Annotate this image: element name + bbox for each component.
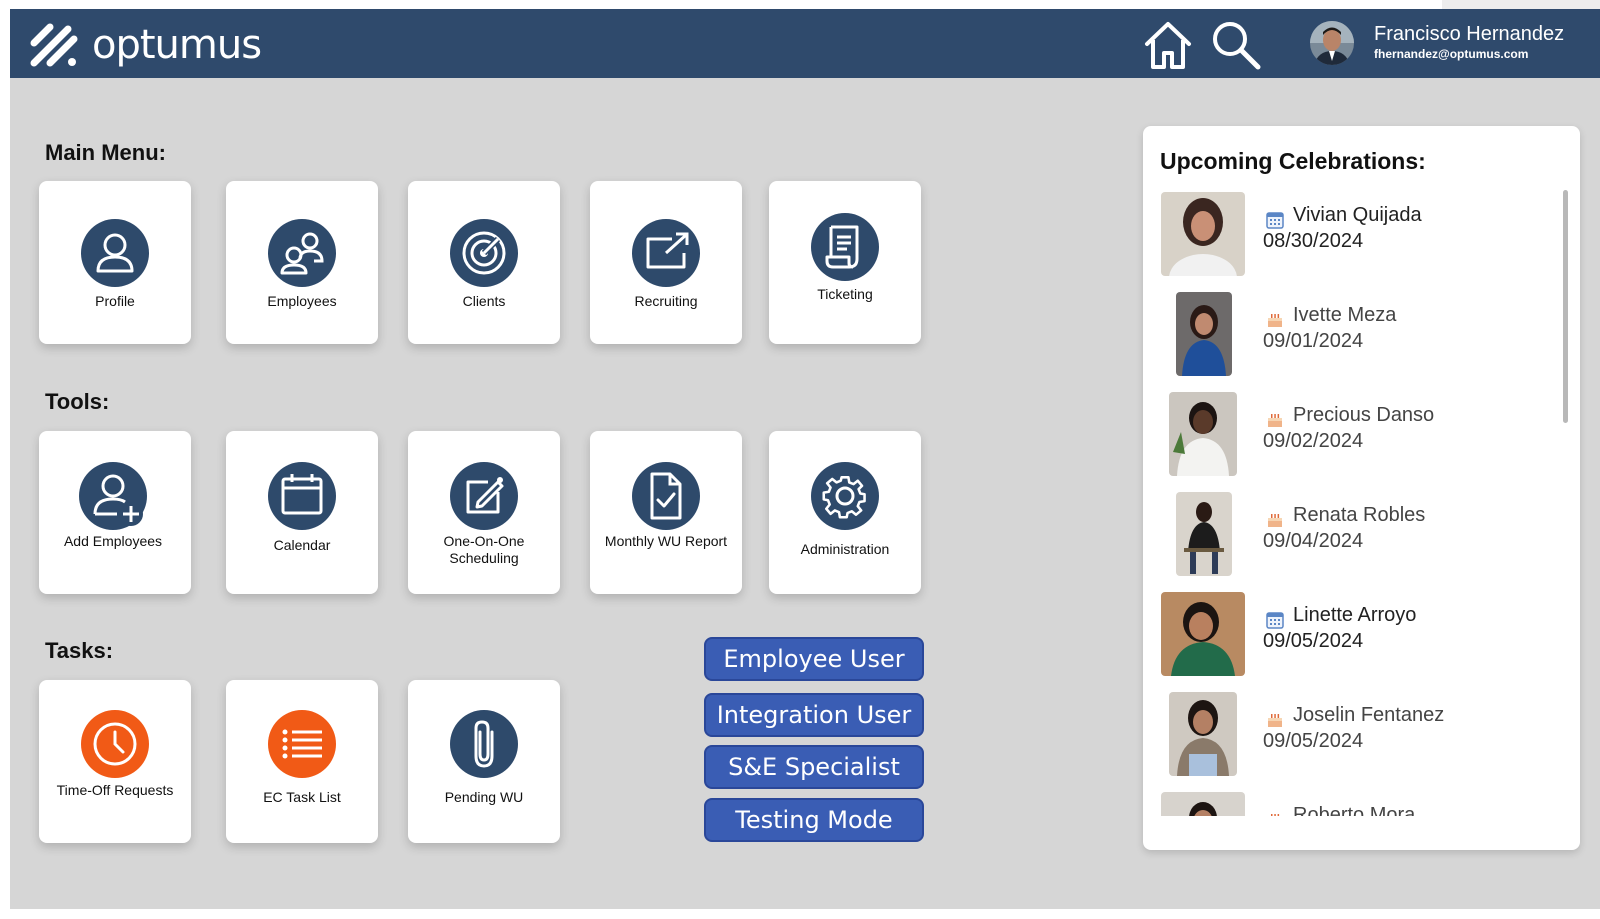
tile-one-on-one[interactable]: One-On-One Scheduling	[408, 431, 560, 594]
celebrant-name: Roberto Mora	[1293, 804, 1416, 816]
tile-employees[interactable]: Employees	[226, 181, 378, 344]
target-icon	[450, 219, 518, 287]
celebrations-scrollbar[interactable]	[1563, 190, 1568, 423]
celebration-date: 09/01/2024	[1263, 330, 1364, 352]
list-item[interactable]: Joselin Fentanez 09/05/2024	[1143, 692, 1563, 792]
cake-icon	[1271, 814, 1280, 816]
tile-time-off-requests[interactable]: Time-Off Requests	[39, 680, 191, 843]
tile-label: Monthly WU Report	[604, 533, 728, 549]
celebrant-name: Renata Robles	[1293, 504, 1426, 526]
tile-label: Clients	[462, 293, 506, 309]
calendar-icon	[268, 462, 336, 530]
celebrant-name: Ivette Meza	[1293, 304, 1397, 326]
cake-icon	[1268, 514, 1282, 527]
tile-calendar[interactable]: Calendar	[226, 431, 378, 594]
cake-icon	[1268, 314, 1282, 327]
celebration-date: 09/04/2024	[1263, 530, 1364, 552]
celebration-list[interactable]: Vivian Quijada 08/30/2024 Ivette Meza 09…	[1143, 192, 1563, 816]
tile-administration[interactable]: Administration	[769, 431, 921, 594]
tile-profile[interactable]: Profile	[39, 181, 191, 344]
top-strip	[1442, 0, 1600, 9]
brand-name: optumus	[92, 22, 262, 68]
app-header: optumus Francisco Hernandez fhernandez@o…	[10, 9, 1600, 78]
add-person-icon	[79, 462, 147, 530]
paperclip-icon	[450, 710, 518, 778]
app-frame: optumus Francisco Hernandez fhernandez@o…	[10, 9, 1600, 909]
home-icon[interactable]	[1142, 19, 1194, 71]
celebration-date: 09/05/2024	[1263, 730, 1364, 752]
celebrations-panel: Upcoming Celebrations: Vivian Quijada 08…	[1143, 126, 1580, 850]
user-email: fhernandez@optumus.com	[1374, 47, 1529, 61]
clock-icon	[81, 710, 149, 778]
list-item[interactable]: Ivette Meza 09/01/2024	[1143, 292, 1563, 392]
tile-label: Add Employees	[63, 533, 163, 549]
tile-label: Ticketing	[817, 286, 873, 302]
person-photo	[1169, 392, 1237, 476]
tile-label: EC Task List	[263, 789, 341, 805]
tile-label: Time-Off Requests	[56, 782, 174, 798]
celebration-date: 08/30/2024	[1263, 230, 1364, 252]
tile-label: Pending WU	[444, 789, 524, 805]
tile-ticketing[interactable]: Ticketing	[769, 181, 921, 344]
tile-ec-task-list[interactable]: EC Task List	[226, 680, 378, 843]
celebration-date: 09/05/2024	[1263, 630, 1364, 652]
person-photo	[1161, 592, 1245, 676]
tasks-heading: Tasks:	[45, 638, 114, 663]
list-item[interactable]: Renata Robles 09/04/2024	[1143, 492, 1563, 592]
tile-pending-wu[interactable]: Pending WU	[408, 680, 560, 843]
share-icon	[632, 219, 700, 287]
list-icon	[268, 710, 336, 778]
testing-mode-button[interactable]: Testing Mode	[704, 798, 924, 842]
list-item[interactable]: Vivian Quijada 08/30/2024	[1143, 192, 1563, 292]
search-icon[interactable]	[1210, 19, 1262, 71]
panel-title: Upcoming Celebrations:	[1160, 148, 1426, 174]
document-check-icon	[632, 462, 700, 530]
celebrant-name: Vivian Quijada	[1293, 204, 1422, 226]
list-item[interactable]: Precious Danso 09/02/2024	[1143, 392, 1563, 492]
tile-label: Employees	[267, 293, 337, 309]
calendar-icon	[1266, 212, 1284, 229]
se-specialist-button[interactable]: S&E Specialist	[704, 745, 924, 789]
tile-add-employees[interactable]: Add Employees	[39, 431, 191, 594]
edit-note-icon	[450, 462, 518, 530]
celebrant-name: Joselin Fentanez	[1293, 704, 1445, 726]
main-menu-heading: Main Menu:	[45, 140, 166, 165]
tools-heading: Tools:	[45, 389, 110, 414]
celebrant-name: Precious Danso	[1293, 404, 1435, 426]
person-photo	[1169, 692, 1237, 776]
cake-icon	[1268, 414, 1282, 427]
receipt-icon	[811, 213, 879, 281]
person-photo	[1161, 792, 1245, 816]
person-photo	[1176, 292, 1232, 376]
person-icon	[81, 219, 149, 287]
tile-recruiting[interactable]: Recruiting	[590, 181, 742, 344]
tile-label: Profile	[95, 293, 135, 309]
calendar-icon	[1266, 612, 1284, 629]
integration-user-button[interactable]: Integration User	[704, 693, 924, 737]
gear-icon	[811, 462, 879, 530]
user-name: Francisco Hernandez	[1374, 23, 1565, 45]
tile-label: Calendar	[273, 537, 331, 553]
logo-mark-icon	[30, 23, 78, 67]
tile-label: Recruiting	[634, 293, 698, 309]
employee-user-button[interactable]: Employee User	[704, 637, 924, 681]
tile-label: One-On-One Scheduling	[443, 533, 525, 566]
person-photo	[1176, 492, 1232, 576]
celebrant-name: Linette Arroyo	[1293, 604, 1417, 626]
list-item[interactable]: Linette Arroyo 09/05/2024	[1143, 592, 1563, 692]
user-avatar[interactable]	[1310, 21, 1354, 65]
list-item[interactable]: Roberto Mora	[1143, 792, 1563, 816]
tile-monthly-wu-report[interactable]: Monthly WU Report	[590, 431, 742, 594]
tile-clients[interactable]: Clients	[408, 181, 560, 344]
people-icon	[268, 219, 336, 287]
cake-icon	[1268, 714, 1282, 727]
logo[interactable]: optumus	[28, 19, 262, 71]
tile-label: Administration	[800, 541, 890, 557]
person-photo	[1161, 192, 1245, 276]
celebration-date: 09/02/2024	[1263, 430, 1364, 452]
